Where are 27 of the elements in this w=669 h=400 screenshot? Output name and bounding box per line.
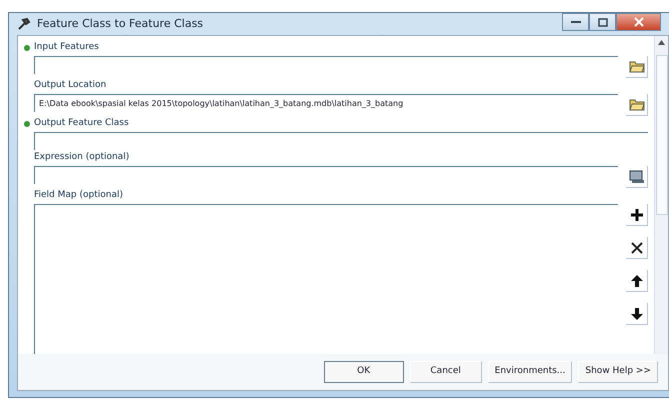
- minimize-button[interactable]: [562, 13, 589, 31]
- input-field[interactable]: E:\Data ebook\spasial kelas 2015\topology\latihan\latihan_3_batang.mdb\latihan_3_batang: [34, 94, 618, 112]
- up-arrow-icon: [630, 274, 642, 286]
- dialog-button[interactable]: Cancel: [410, 361, 482, 383]
- field-label: Input Features: [34, 41, 99, 54]
- close-icon: [634, 17, 644, 27]
- dialog-button[interactable]: Environments...: [488, 361, 572, 383]
- close-button[interactable]: [616, 13, 661, 31]
- delete-icon: [630, 242, 642, 254]
- minimize-icon: [570, 20, 580, 24]
- folder-icon: [628, 98, 644, 111]
- maximize-button[interactable]: [589, 13, 616, 31]
- scrollbar[interactable]: [654, 36, 668, 354]
- hammer-icon: [17, 17, 31, 31]
- field-label: Output Location: [34, 79, 106, 92]
- scroll-up-icon[interactable]: [658, 40, 665, 45]
- field-label: Expression (optional): [34, 151, 130, 164]
- down-arrow-icon: [630, 308, 642, 320]
- field-label: Output Feature Class: [34, 117, 129, 130]
- field-label: Field Map (optional): [34, 189, 123, 202]
- dialog-button[interactable]: OK: [324, 361, 404, 383]
- window-title: Feature Class to Feature Class: [37, 16, 204, 32]
- folder-icon: [628, 60, 644, 73]
- sql-icon: [628, 170, 644, 184]
- maximize-icon: [598, 18, 608, 26]
- dialog-button[interactable]: Show Help >>: [578, 361, 658, 383]
- add-icon: [630, 208, 642, 220]
